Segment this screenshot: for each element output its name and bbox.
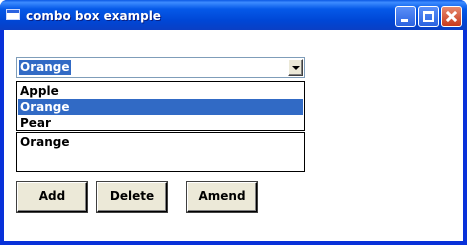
dropdown-option[interactable]: Pear (18, 115, 303, 131)
close-button[interactable] (441, 6, 462, 27)
amend-button[interactable]: Amend (187, 182, 257, 212)
add-button[interactable]: Add (17, 182, 87, 212)
app-window: combo box example Orange Apple Orange Pe… (0, 0, 467, 245)
window-border-bottom (0, 241, 467, 245)
fruit-combo-box[interactable]: Orange (16, 57, 305, 78)
window-border-right (463, 30, 467, 245)
dropdown-arrow-button[interactable] (288, 59, 303, 76)
title-bar[interactable]: combo box example (0, 0, 467, 30)
delete-button[interactable]: Delete (97, 182, 167, 212)
window-icon (6, 9, 20, 20)
dropdown-option-selected[interactable]: Orange (18, 99, 303, 115)
client-area: Orange Apple Orange Pear Orange Add Dele… (4, 30, 463, 241)
combo-selected-value: Orange (19, 60, 71, 75)
maximize-button[interactable] (418, 6, 439, 27)
list-item[interactable]: Orange (20, 135, 70, 149)
minimize-button[interactable] (395, 6, 416, 27)
items-list-box[interactable]: Orange (16, 132, 305, 172)
close-icon (442, 7, 461, 26)
maximize-icon (423, 11, 434, 22)
minimize-icon (401, 19, 408, 22)
window-title: combo box example (26, 9, 161, 23)
combo-dropdown-list: Apple Orange Pear (16, 81, 305, 131)
dropdown-option[interactable]: Apple (18, 83, 303, 99)
